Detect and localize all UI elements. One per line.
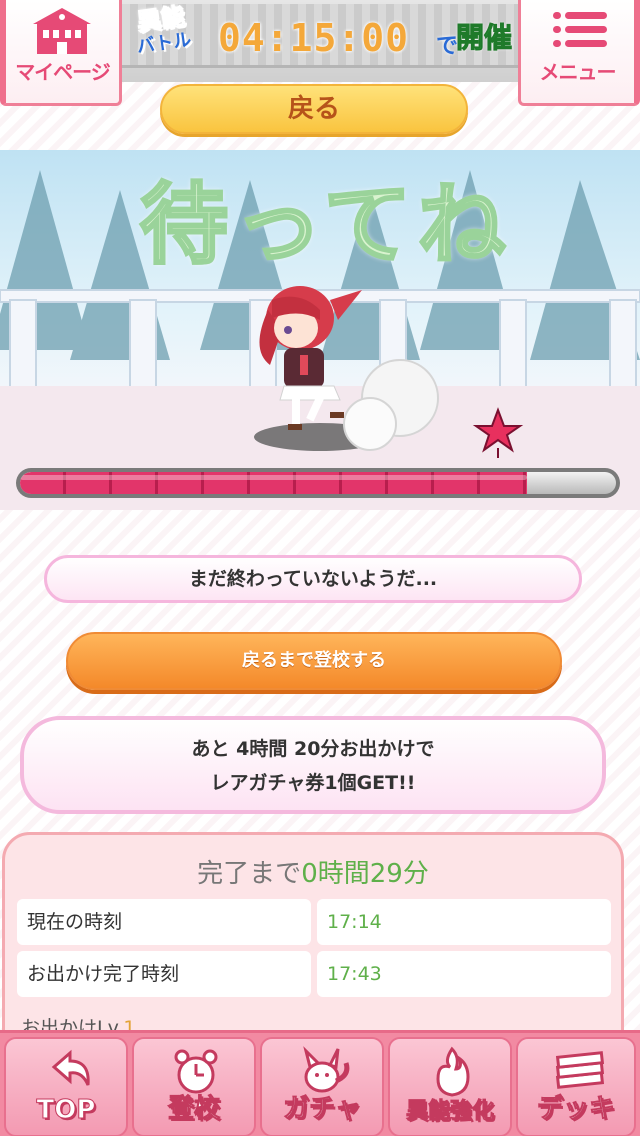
nav-power-up[interactable]: 異能強化 [388,1037,512,1136]
reward-line-2: レアガチャ券1個GET!! [210,772,416,794]
hamburger-icon [553,12,607,54]
waiting-scene: 待ってね [0,150,640,510]
nav-top[interactable]: TOP [4,1037,128,1136]
time-remaining-title: 完了まで0時間29分 [197,859,429,889]
commute-until-return-button[interactable]: 戻るまで登校する [66,632,562,690]
menu-button[interactable]: メニュー [518,0,640,106]
reward-info: あと 4時間 20分お出かけで レアガチャ券1個GET!! [20,716,606,814]
back-arrow-icon [51,1049,90,1086]
status-message: まだ終わっていないようだ... [44,555,582,603]
reward-line-1: あと 4時間 20分お出かけで [191,738,435,760]
battle-countdown-banner[interactable]: 異能 バトル 04:15:00 で 開催 [122,1,518,68]
menu-label: メニュー [539,60,617,84]
mypage-label: マイページ [15,60,111,84]
current-time-label: 現在の時刻 [17,899,311,945]
countdown-suffix-kaisai: 開催 [455,21,513,55]
progress-bar [16,468,620,498]
progress-fill [20,472,527,494]
current-time-value: 17:14 [317,899,611,945]
scene-title: 待ってね [139,172,512,278]
countdown-suffix-de: で [436,34,459,59]
outing-end-time-label: お出かけ完了時刻 [17,951,311,997]
countdown-timer: 04:15:00 [218,16,410,60]
nav-gacha[interactable]: ガチャ [260,1037,384,1136]
bottom-nav: TOP 登校 ガチャ 異能強化 デッキ [0,1030,640,1136]
battle-logo: 異能 バトル [134,1,193,58]
school-house-icon [33,8,91,54]
outing-end-time-value: 17:43 [317,951,611,997]
top-header: マイページ 異能 バトル 04:15:00 で 開催 メニュー [0,0,640,106]
mypage-button[interactable]: マイページ [0,0,122,106]
nav-commute[interactable]: 登校 [132,1037,256,1136]
time-remaining-value: 0時間29分 [301,859,429,889]
back-button[interactable]: 戻る [160,84,468,134]
nav-deck[interactable]: デッキ [516,1037,636,1136]
